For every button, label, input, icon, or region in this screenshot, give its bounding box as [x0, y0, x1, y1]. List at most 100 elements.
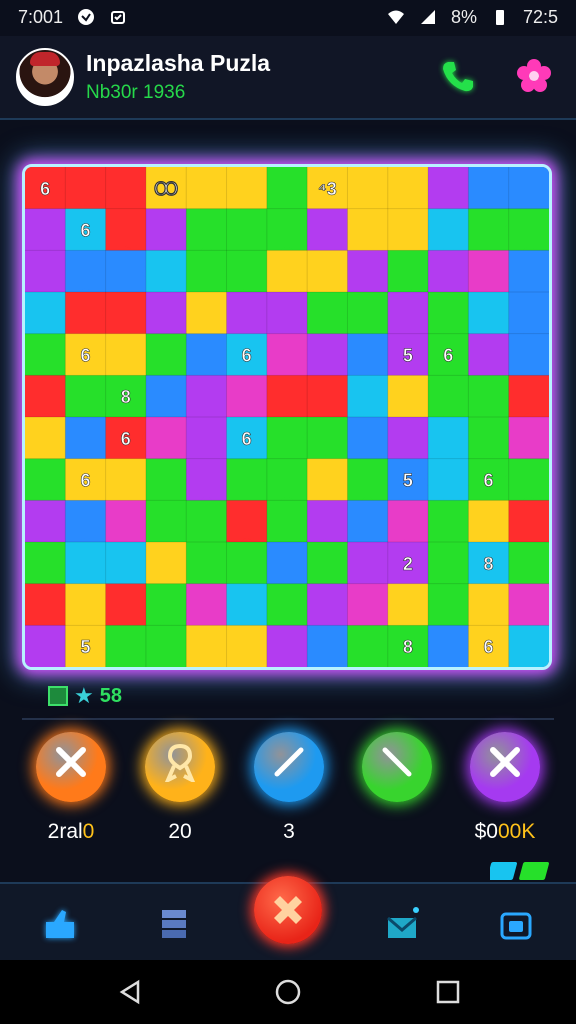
- puzzle-piece[interactable]: [508, 250, 549, 293]
- puzzle-piece[interactable]: [105, 167, 147, 210]
- puzzle-piece[interactable]: [468, 500, 510, 543]
- puzzle-piece[interactable]: [266, 625, 308, 667]
- puzzle-piece[interactable]: [387, 208, 429, 251]
- back-icon[interactable]: [116, 978, 144, 1006]
- puzzle-piece[interactable]: [387, 417, 429, 460]
- camera-icon[interactable]: [496, 904, 536, 944]
- puzzle-piece[interactable]: [65, 417, 107, 460]
- puzzle-piece[interactable]: [508, 375, 549, 418]
- puzzle-piece[interactable]: [226, 167, 268, 210]
- puzzle-piece[interactable]: [307, 375, 348, 418]
- puzzle-piece[interactable]: [186, 292, 228, 335]
- flower-icon[interactable]: [514, 56, 554, 96]
- puzzle-piece[interactable]: [387, 167, 429, 210]
- puzzle-piece[interactable]: [186, 333, 228, 376]
- puzzle-piece[interactable]: [266, 583, 308, 626]
- tool-slash-green-button[interactable]: [362, 732, 432, 802]
- puzzle-piece[interactable]: [105, 583, 147, 626]
- puzzle-piece[interactable]: [347, 542, 389, 585]
- puzzle-piece[interactable]: [508, 542, 549, 585]
- puzzle-piece[interactable]: [25, 292, 66, 335]
- puzzle-piece[interactable]: [468, 333, 510, 376]
- puzzle-piece[interactable]: [428, 542, 469, 585]
- puzzle-piece[interactable]: [508, 583, 549, 626]
- puzzle-piece[interactable]: [468, 167, 510, 210]
- puzzle-piece[interactable]: [266, 208, 308, 251]
- puzzle-piece[interactable]: [347, 417, 389, 460]
- puzzle-piece[interactable]: [468, 417, 510, 460]
- puzzle-piece[interactable]: [266, 417, 308, 460]
- puzzle-piece[interactable]: [226, 583, 268, 626]
- puzzle-piece[interactable]: [145, 375, 187, 418]
- puzzle-piece[interactable]: [186, 375, 228, 418]
- puzzle-piece[interactable]: [428, 458, 469, 501]
- tool-ribbon-gold-button[interactable]: [145, 732, 215, 802]
- puzzle-piece[interactable]: [307, 292, 348, 335]
- mail-icon[interactable]: [382, 904, 422, 944]
- puzzle-piece[interactable]: [65, 542, 107, 585]
- puzzle-piece[interactable]: [226, 625, 268, 667]
- puzzle-piece[interactable]: [307, 333, 348, 376]
- puzzle-piece[interactable]: [105, 250, 147, 293]
- puzzle-piece[interactable]: [428, 417, 469, 460]
- puzzle-piece[interactable]: [65, 167, 107, 210]
- puzzle-piece[interactable]: [307, 500, 348, 543]
- puzzle-piece[interactable]: [226, 292, 268, 335]
- puzzle-piece[interactable]: [468, 375, 510, 418]
- puzzle-piece[interactable]: [266, 542, 308, 585]
- home-system-icon[interactable]: [274, 978, 302, 1006]
- puzzle-piece[interactable]: [266, 167, 308, 210]
- puzzle-piece[interactable]: [186, 500, 228, 543]
- puzzle-piece[interactable]: [468, 208, 510, 251]
- puzzle-piece[interactable]: [307, 208, 348, 251]
- puzzle-piece[interactable]: [347, 625, 389, 667]
- puzzle-piece[interactable]: [186, 208, 228, 251]
- play-center-button[interactable]: [254, 876, 322, 944]
- puzzle-piece[interactable]: [65, 375, 107, 418]
- puzzle-grid[interactable]: 6 Ꝏ ⁴3 6 6 6 5 6 8 6 6 6 5 6 2 8 5 8 6: [25, 167, 549, 667]
- puzzle-piece[interactable]: [25, 458, 66, 501]
- puzzle-piece[interactable]: [226, 250, 268, 293]
- puzzle-piece[interactable]: [347, 375, 389, 418]
- puzzle-piece[interactable]: [347, 250, 389, 293]
- puzzle-piece[interactable]: [65, 250, 107, 293]
- puzzle-piece[interactable]: [387, 583, 429, 626]
- puzzle-piece[interactable]: [428, 500, 469, 543]
- puzzle-piece[interactable]: [387, 250, 429, 293]
- puzzle-piece[interactable]: [307, 583, 348, 626]
- puzzle-piece[interactable]: [25, 500, 66, 543]
- puzzle-piece[interactable]: [145, 458, 187, 501]
- puzzle-piece[interactable]: [25, 583, 66, 626]
- puzzle-piece[interactable]: [105, 292, 147, 335]
- stack-icon[interactable]: [154, 904, 194, 944]
- puzzle-piece[interactable]: [428, 167, 469, 210]
- puzzle-piece[interactable]: [226, 542, 268, 585]
- puzzle-piece[interactable]: [105, 625, 147, 667]
- puzzle-piece[interactable]: [508, 458, 549, 501]
- puzzle-piece[interactable]: [25, 417, 66, 460]
- puzzle-piece[interactable]: [145, 292, 187, 335]
- puzzle-piece[interactable]: [508, 208, 549, 251]
- tool-slash-blue-button[interactable]: [254, 732, 324, 802]
- puzzle-piece[interactable]: [186, 167, 228, 210]
- puzzle-piece[interactable]: [226, 500, 268, 543]
- puzzle-piece[interactable]: [266, 458, 308, 501]
- puzzle-piece[interactable]: [347, 208, 389, 251]
- puzzle-piece[interactable]: [387, 292, 429, 335]
- puzzle-piece[interactable]: [428, 208, 469, 251]
- puzzle-piece[interactable]: [307, 542, 348, 585]
- puzzle-piece[interactable]: [65, 583, 107, 626]
- puzzle-piece[interactable]: [145, 417, 187, 460]
- puzzle-piece[interactable]: [186, 625, 228, 667]
- puzzle-piece[interactable]: [145, 542, 187, 585]
- puzzle-piece[interactable]: [25, 333, 66, 376]
- puzzle-piece[interactable]: [226, 208, 268, 251]
- puzzle-piece[interactable]: [307, 250, 348, 293]
- puzzle-piece[interactable]: [428, 375, 469, 418]
- puzzle-piece[interactable]: [105, 208, 147, 251]
- puzzle-piece[interactable]: [508, 292, 549, 335]
- puzzle-piece[interactable]: [307, 625, 348, 667]
- puzzle-piece[interactable]: [347, 583, 389, 626]
- puzzle-piece[interactable]: [226, 375, 268, 418]
- recents-icon[interactable]: [434, 978, 462, 1006]
